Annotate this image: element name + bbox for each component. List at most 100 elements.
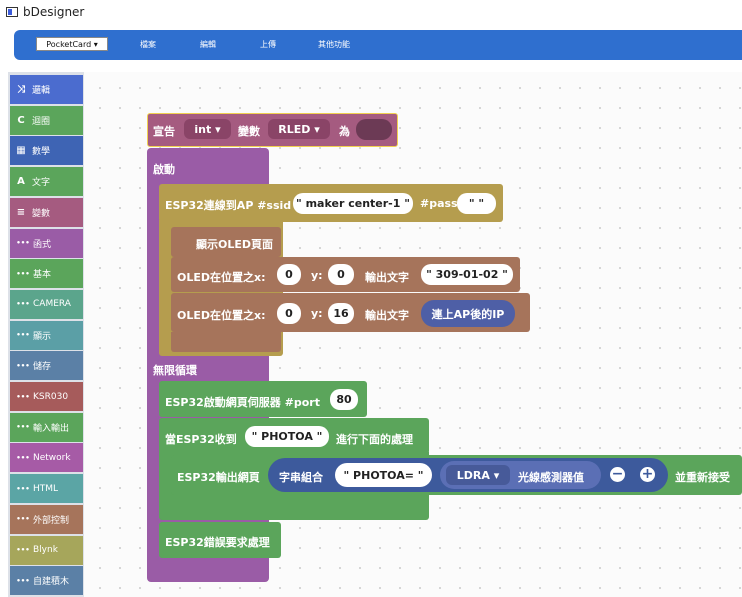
category-label: 變數 — [32, 208, 51, 219]
oled-arm — [171, 332, 281, 352]
menu-more[interactable]: 其他功能 — [318, 39, 350, 50]
category-icon: ••• — [16, 453, 30, 462]
declare-label: 宣告 — [153, 125, 175, 138]
oled2-label: OLED在位置之x: — [177, 309, 266, 322]
category-label: 函式 — [33, 239, 52, 250]
category-label: 顯示 — [33, 331, 52, 342]
oled1-y-label: y: — [311, 269, 323, 282]
category-label: 自建積木 — [33, 577, 70, 588]
pass-input[interactable]: " " — [457, 193, 496, 214]
oled-show-label: 顯示OLED頁面 — [196, 238, 274, 251]
category-icon: ••• — [16, 269, 30, 278]
category-icon: ••• — [16, 300, 30, 309]
loop-label: 無限循環 — [153, 364, 197, 377]
category-label: 數學 — [32, 147, 51, 158]
category-icon: ••• — [16, 331, 30, 340]
output-tail-label: 並重新接受 — [675, 471, 730, 484]
category-11[interactable]: ••• KSR030 — [10, 382, 83, 411]
variable-label: 變數 — [238, 125, 260, 138]
category-label: 文字 — [32, 178, 51, 189]
category-12[interactable]: ••• 輸入輸出 — [10, 412, 83, 442]
category-9[interactable]: ••• 顯示 — [10, 320, 83, 350]
app-icon — [6, 7, 18, 17]
category-icon: ••• — [16, 361, 30, 370]
oled2-x-input[interactable]: 0 — [277, 303, 301, 324]
category-icon: ▦ — [16, 145, 26, 157]
category-icon: C — [17, 114, 25, 126]
sensor-label: 光線感測器值 — [518, 471, 584, 484]
toolbox: ⤨ 邏輯 C 迴圈 ▦ 數學 A 文字 ≡ 變數 ••• 函式 ••• 基本 ••• CAMERA ••• 顯示 •… — [8, 72, 84, 597]
webserver-label: ESP32啟動網頁伺服器 #port — [165, 396, 320, 409]
oled1-output-label: 輸出文字 — [365, 271, 409, 284]
category-icon: ≡ — [16, 206, 26, 218]
menu-upload[interactable]: 上傳 — [260, 39, 276, 50]
category-label: 基本 — [33, 270, 52, 281]
onrecv-text-input[interactable]: " PHOTOA " — [245, 426, 329, 447]
category-8[interactable]: ••• CAMERA — [10, 289, 83, 319]
onrecv-label: 當ESP32收到 — [165, 433, 237, 446]
port-input[interactable]: 80 — [330, 389, 358, 410]
category-label: Blynk — [33, 545, 58, 555]
error-label: ESP32錯誤要求處理 — [165, 536, 270, 549]
category-label: 外部控制 — [33, 515, 70, 526]
title-bar: bDesigner — [0, 0, 742, 26]
onrecv-then-label: 進行下面的處理 — [336, 433, 413, 446]
minus-icon[interactable]: − — [610, 467, 625, 482]
menu-edit[interactable]: 編輯 — [200, 39, 216, 50]
category-icon: ••• — [16, 515, 30, 524]
oled1-x-input[interactable]: 0 — [277, 264, 301, 285]
oled2-y-input[interactable]: 16 — [328, 303, 354, 324]
sensor-pin-dropdown[interactable]: LDRA ▾ — [446, 465, 510, 485]
output-text-input[interactable]: " PHOTOA= " — [335, 463, 432, 487]
setup-label: 啟動 — [153, 163, 175, 176]
menu-file[interactable]: 檔案 — [140, 39, 156, 50]
plus-icon[interactable]: + — [640, 467, 655, 482]
category-label: HTML — [33, 483, 59, 494]
oled2-y-label: y: — [311, 307, 323, 320]
device-select[interactable]: PocketCard ▾ — [36, 37, 108, 51]
category-icon: ⤨ — [17, 84, 25, 95]
category-icon: ••• — [16, 576, 30, 585]
category-label: CAMERA — [33, 299, 71, 310]
menu-bar: PocketCard ▾ 檔案 編輯 上傳 其他功能 — [14, 30, 742, 60]
variable-dropdown[interactable]: RLED ▾ — [268, 119, 330, 139]
category-7[interactable]: ••• 基本 — [10, 259, 83, 289]
oled1-label: OLED在位置之x: — [177, 271, 266, 284]
oled1-y-input[interactable]: 0 — [328, 264, 354, 285]
category-1[interactable]: ⤨ 邏輯 — [10, 75, 83, 104]
join-label: 字串組合 — [279, 471, 323, 484]
category-16[interactable]: ••• Blynk — [10, 535, 83, 565]
category-10[interactable]: ••• 儲存 — [10, 351, 83, 381]
wifi-label: ESP32連線到AP #ssid — [165, 199, 292, 212]
category-6[interactable]: ••• 函式 — [10, 228, 83, 258]
category-3[interactable]: ▦ 數學 — [10, 136, 83, 166]
output-label: ESP32輸出網頁 — [177, 471, 260, 484]
category-icon: ••• — [16, 484, 30, 493]
category-label: KSR030 — [33, 391, 69, 402]
oled2-output-label: 輸出文字 — [365, 309, 409, 322]
category-4[interactable]: A 文字 — [10, 167, 83, 197]
as-label: 為 — [339, 125, 350, 138]
oled1-text-input[interactable]: " 309-01-02 " — [421, 264, 513, 285]
category-label: 輸入輸出 — [33, 423, 70, 434]
pass-label: #pass — [420, 197, 458, 210]
app-title: bDesigner — [23, 5, 85, 19]
category-label: 邏輯 — [32, 86, 51, 96]
category-2[interactable]: C 迴圈 — [10, 105, 83, 135]
category-13[interactable]: ••• Network — [10, 443, 83, 473]
category-label: 迴圈 — [32, 116, 51, 127]
category-icon: ••• — [16, 423, 30, 432]
category-icon: ••• — [16, 239, 30, 247]
type-dropdown[interactable]: int ▾ — [184, 119, 231, 139]
value-slot[interactable] — [356, 119, 392, 140]
category-icon: ••• — [16, 546, 30, 554]
ip-value-block[interactable]: 連上AP後的IP — [421, 300, 515, 327]
ssid-input[interactable]: " maker center-1 " — [293, 193, 413, 214]
category-17[interactable]: ••• 自建積木 — [10, 566, 83, 596]
category-label: 儲存 — [33, 362, 52, 373]
category-14[interactable]: ••• HTML — [10, 474, 83, 504]
category-icon: A — [17, 176, 25, 188]
category-label: Network — [33, 452, 71, 463]
category-15[interactable]: ••• 外部控制 — [10, 504, 83, 534]
category-5[interactable]: ≡ 變數 — [10, 197, 83, 227]
